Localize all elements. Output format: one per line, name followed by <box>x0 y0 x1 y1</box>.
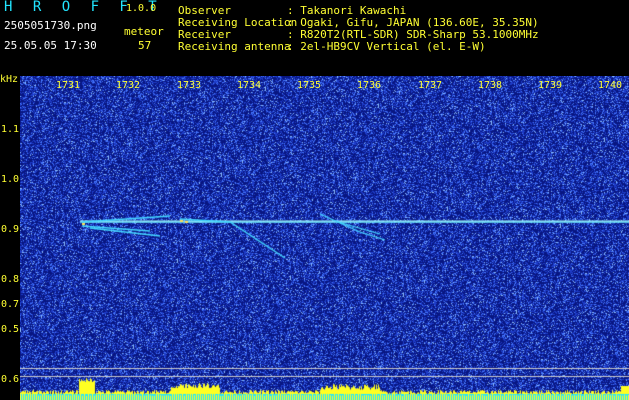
spectrogram-canvas <box>20 76 629 400</box>
y-tick-label: 0.7 <box>1 299 20 310</box>
y-tick-label: 1.1 <box>1 124 20 135</box>
x-tick-label: 1738 <box>477 80 503 91</box>
y-tick-label: 0.5 <box>1 324 20 335</box>
x-tick-label: 1740 <box>597 80 623 91</box>
header-panel: H R O F F T 1.0.0 2505051730.png meteor … <box>0 0 629 72</box>
meteor-count: 57 <box>138 39 152 52</box>
x-tick-label: 1737 <box>417 80 443 91</box>
y-tick-label: 0.8 <box>1 274 20 285</box>
x-tick-label: 1731 <box>55 80 81 91</box>
antenna-label: Receiving antenna <box>178 40 291 53</box>
app-version: 1.0.0 <box>126 3 157 14</box>
antenna-value: : 2el-HB9CV Vertical (el. E-W) <box>287 40 486 53</box>
x-tick-label: 1734 <box>236 80 262 91</box>
x-tick-label: 1739 <box>537 80 563 91</box>
x-tick-label: 1732 <box>115 80 141 91</box>
y-tick-label: 0.6 <box>1 374 20 385</box>
x-tick-label: 1736 <box>356 80 382 91</box>
y-tick-label: 1.0 <box>1 174 20 185</box>
meteor-label: meteor <box>124 25 164 38</box>
x-tick-label: 1733 <box>176 80 202 91</box>
x-axis: 1731 1732 1733 1734 1735 1736 1737 1738 1739 1740 <box>0 72 629 91</box>
file-name: 2505051730.png <box>4 19 97 32</box>
x-tick-label: 1735 <box>296 80 322 91</box>
y-tick-label: 0.9 <box>1 224 20 235</box>
datetime: 25.05.05 17:30 <box>4 39 97 52</box>
